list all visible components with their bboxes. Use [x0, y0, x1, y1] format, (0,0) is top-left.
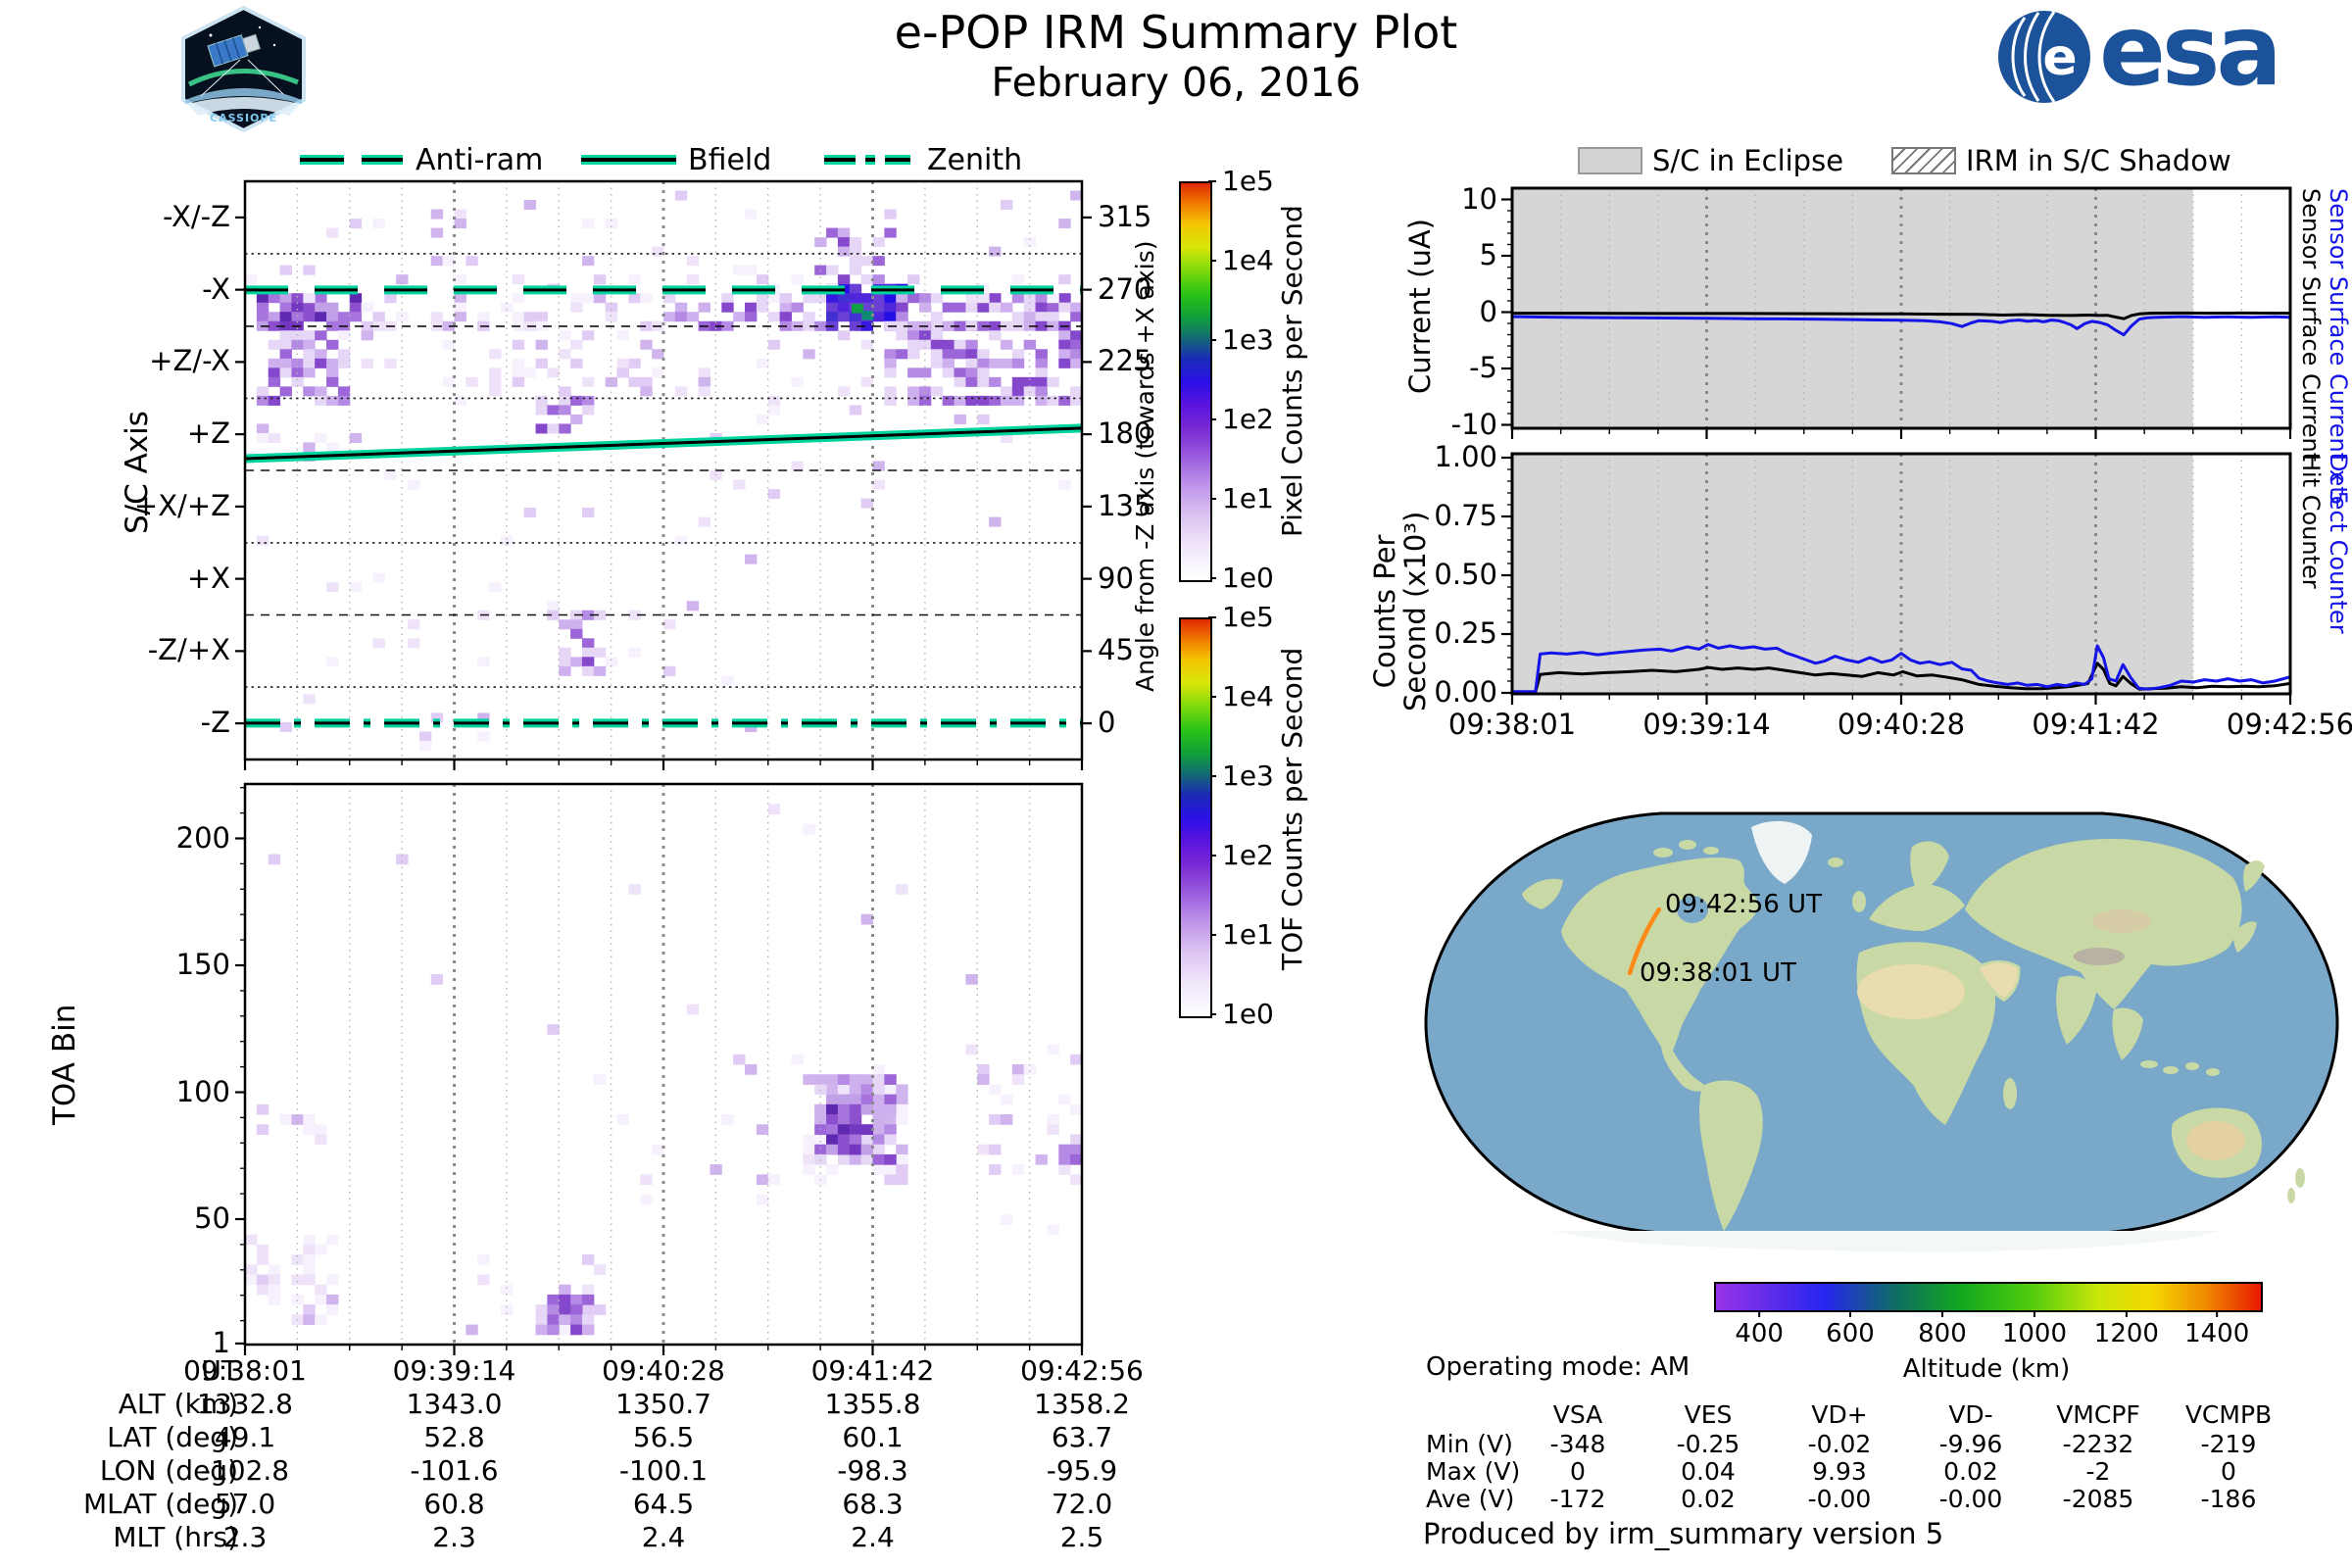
current-right-label-black: Sensor Surface Current — [2297, 188, 2325, 462]
tof-cb-tick-label: 1e0 — [1222, 998, 1274, 1030]
ephemeris-value: 09:39:14 — [352, 1354, 558, 1387]
ephemeris-value: 52.8 — [352, 1421, 558, 1453]
orbit-end-label: 09:42:56 UT — [1665, 890, 1822, 919]
ephemeris-value: 60.1 — [770, 1421, 976, 1453]
angle-tick-label: 270 — [1098, 272, 1152, 306]
toa-tick-label: 150 — [34, 948, 230, 981]
sc-axis-tick-label: +Z — [34, 416, 230, 450]
ephemeris-value: 1350.7 — [561, 1388, 766, 1420]
tof-counts-colorbar — [1179, 617, 1212, 1018]
current-tick-label: -10 — [1370, 408, 1497, 441]
ephemeris-value: 2.5 — [979, 1521, 1185, 1553]
ephemeris-value: 1358.2 — [979, 1388, 1185, 1420]
angle-tick-label: 180 — [1098, 416, 1152, 450]
altitude-colorbar-label: Altitude (km) — [1862, 1354, 2111, 1384]
time-tick-label: 09:39:14 — [1609, 708, 1805, 741]
pixel-cb-tick-label: 1e2 — [1222, 403, 1274, 435]
current-tick-label: 5 — [1370, 238, 1497, 271]
pixel-cb-tick-label: 1e4 — [1222, 244, 1274, 276]
ephemeris-value: -100.1 — [561, 1454, 766, 1487]
tof-cb-tick-label: 1e4 — [1222, 680, 1274, 712]
epop-irm-summary-page: e-POP IRM Summary Plot February 06, 2016… — [0, 0, 2352, 1568]
ephemeris-value: 49.1 — [142, 1421, 348, 1453]
ephemeris-value: 1355.8 — [770, 1388, 976, 1420]
ephemeris-value: 72.0 — [979, 1488, 1185, 1520]
tof-cb-tick-label: 1e2 — [1222, 839, 1274, 871]
voltage-value: 0 — [2150, 1457, 2307, 1486]
sc-axis-tick-label: -X/-Z — [34, 200, 230, 233]
ephemeris-value: 60.8 — [352, 1488, 558, 1520]
sc-axis-tick-label: +X/+Z — [34, 489, 230, 522]
ephemeris-value: 1332.8 — [142, 1388, 348, 1420]
ephemeris-value: 57.0 — [142, 1488, 348, 1520]
ephemeris-value: 09:40:28 — [561, 1354, 766, 1387]
time-tick-label: 09:40:28 — [1803, 708, 1999, 741]
pixel-cb-tick-label: 1e1 — [1222, 482, 1274, 514]
current-tick-label: 0 — [1370, 295, 1497, 328]
sc-axis-tick-label: -X — [34, 272, 230, 306]
altitude-tick-label: 1400 — [2158, 1319, 2276, 1348]
ephemeris-value: -101.6 — [352, 1454, 558, 1487]
pixel-cb-tick-label: 1e0 — [1222, 562, 1274, 594]
tof-cb-tick-label: 1e3 — [1222, 760, 1274, 792]
counts-right-label-blue: Detect Counter — [2325, 454, 2352, 634]
angle-tick-label: 135 — [1098, 489, 1152, 522]
angle-tick-label: 90 — [1098, 562, 1134, 595]
ephemeris-value: 09:42:56 — [979, 1354, 1185, 1387]
ephemeris-value: 2.4 — [770, 1521, 976, 1553]
ephemeris-value: 2.3 — [142, 1521, 348, 1553]
operating-mode: Operating mode: AM — [1426, 1352, 1690, 1382]
counts-tick-label: 0.25 — [1370, 616, 1497, 650]
ephemeris-value: -102.8 — [142, 1454, 348, 1487]
time-tick-label: 09:41:42 — [1998, 708, 2194, 741]
angle-tick-label: 0 — [1098, 706, 1115, 739]
sc-axis-tick-label: -Z/+X — [34, 633, 230, 666]
current-tick-label: 10 — [1370, 182, 1497, 216]
pixel-colorbar-label: Pixel Counts per Second — [1276, 205, 1308, 537]
ephemeris-value: 09:41:42 — [770, 1354, 976, 1387]
ephemeris-value: 56.5 — [561, 1421, 766, 1453]
tof-cb-tick-label: 1e1 — [1222, 918, 1274, 951]
ephemeris-value: -98.3 — [770, 1454, 976, 1487]
sc-axis-tick-label: +Z/-X — [34, 344, 230, 377]
toa-tick-label: 50 — [34, 1201, 230, 1235]
ephemeris-value: 2.4 — [561, 1521, 766, 1553]
toa-tick-label: 200 — [34, 821, 230, 855]
tof-colorbar-label: TOF Counts per Second — [1276, 648, 1308, 970]
pixel-cb-tick-label: 1e5 — [1222, 165, 1274, 197]
pixel-counts-colorbar — [1179, 181, 1212, 582]
voltage-column-header: VCMPB — [2150, 1400, 2307, 1429]
voltage-value: -219 — [2150, 1430, 2307, 1458]
ephemeris-value: 63.7 — [979, 1421, 1185, 1453]
tof-cb-tick-label: 1e5 — [1222, 601, 1274, 633]
ephemeris-value: 64.5 — [561, 1488, 766, 1520]
sc-axis-tick-label: +X — [34, 562, 230, 595]
counts-tick-label: 1.00 — [1370, 440, 1497, 473]
altitude-colorbar — [1714, 1282, 2263, 1312]
orbit-start-label: 09:38:01 UT — [1640, 958, 1796, 988]
counts-right-label-black: Hit Counter — [2297, 454, 2325, 589]
produced-by: Produced by irm_summary version 5 — [1423, 1517, 1943, 1550]
voltage-value: -186 — [2150, 1485, 2307, 1513]
counts-tick-label: 0.00 — [1370, 675, 1497, 709]
counts-tick-label: 0.50 — [1370, 558, 1497, 591]
sc-axis-tick-label: -Z — [34, 706, 230, 739]
time-tick-label: 09:42:56 — [2192, 708, 2352, 741]
ephemeris-value: 2.3 — [352, 1521, 558, 1553]
time-tick-label: 09:38:01 — [1414, 708, 1610, 741]
counts-tick-label: 0.75 — [1370, 499, 1497, 532]
ephemeris-value: 68.3 — [770, 1488, 976, 1520]
current-tick-label: -5 — [1370, 351, 1497, 384]
ephemeris-value: -95.9 — [979, 1454, 1185, 1487]
ephemeris-value: 09:38:01 — [142, 1354, 348, 1387]
angle-tick-label: 45 — [1098, 633, 1134, 666]
world-map: 09:42:56 UT 09:38:01 UT — [1416, 784, 2347, 1262]
angle-axis-label: Angle from -Z axis (towards +X axis) — [1131, 241, 1159, 693]
pixel-cb-tick-label: 1e3 — [1222, 323, 1274, 356]
toa-tick-label: 100 — [34, 1075, 230, 1108]
ephemeris-value: 1343.0 — [352, 1388, 558, 1420]
angle-tick-label: 225 — [1098, 344, 1152, 377]
angle-tick-label: 315 — [1098, 200, 1152, 233]
